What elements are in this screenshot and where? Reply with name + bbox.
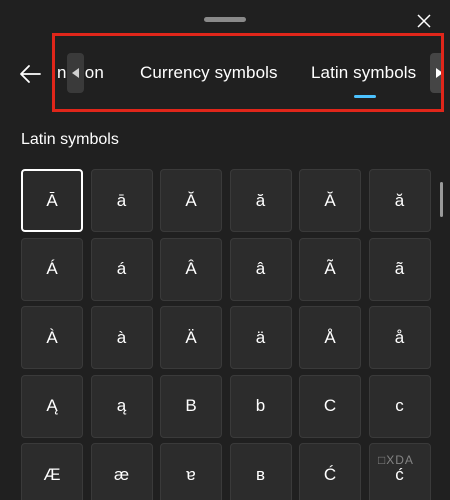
symbol-key[interactable]: â [229, 237, 292, 301]
symbol-key[interactable]: à [90, 306, 153, 369]
symbol-key[interactable]: ʙ [229, 443, 292, 500]
caret-right-icon [435, 68, 441, 78]
symbol-key[interactable]: Ӑ [299, 169, 361, 232]
back-button[interactable] [14, 58, 46, 90]
category-tab-strip: nation Currency symbols Latin symbols [55, 36, 441, 109]
tab-latin-symbols[interactable]: Latin symbols [311, 63, 416, 83]
symbol-key[interactable]: á [90, 237, 153, 301]
symbol-key[interactable]: Ą [21, 374, 83, 438]
watermark-logo: □XDA [378, 453, 414, 467]
symbol-key[interactable]: ӑ [368, 169, 431, 232]
symbol-key[interactable]: Ã [299, 237, 361, 301]
symbol-key[interactable]: B [160, 374, 222, 438]
symbol-key[interactable]: C [299, 374, 361, 438]
scroll-left-button[interactable] [67, 53, 84, 93]
symbol-key[interactable]: Â [160, 237, 222, 301]
symbol-grid: ĀāĂăӐӑ ÁáÂâÃã ÀàÄäÅå ĄąBbCc ÆæɐʙĆć [21, 169, 431, 500]
symbol-key[interactable]: b [229, 374, 292, 438]
symbol-key[interactable]: ă [229, 169, 292, 232]
symbol-key[interactable]: ā [90, 169, 153, 232]
symbol-key[interactable]: Ā [21, 169, 83, 232]
caret-left-icon [71, 68, 79, 78]
symbol-key[interactable]: Æ [21, 443, 83, 500]
section-title: Latin symbols [21, 131, 119, 148]
symbol-key[interactable]: ä [229, 306, 292, 369]
drag-handle[interactable] [204, 17, 246, 22]
symbol-key[interactable]: À [21, 306, 83, 369]
symbol-key[interactable]: Å [299, 306, 361, 369]
symbol-key[interactable]: æ [90, 443, 153, 500]
back-arrow-icon [20, 65, 41, 83]
symbol-key[interactable]: ɐ [160, 443, 222, 500]
scroll-right-button[interactable] [430, 53, 441, 93]
symbol-key[interactable]: ć [368, 443, 431, 500]
active-tab-indicator [354, 95, 376, 98]
symbol-key[interactable]: ã [368, 237, 431, 301]
symbol-key[interactable]: ą [90, 374, 153, 438]
symbol-key[interactable]: Ć [299, 443, 361, 500]
close-icon [417, 14, 431, 28]
symbol-key[interactable]: Ä [160, 306, 222, 369]
close-button[interactable] [412, 9, 436, 33]
symbol-key[interactable]: å [368, 306, 431, 369]
symbol-key[interactable]: c [368, 374, 431, 438]
tab-currency-symbols[interactable]: Currency symbols [140, 63, 278, 83]
vertical-scrollbar[interactable] [440, 182, 443, 217]
symbol-key[interactable]: Ă [160, 169, 222, 232]
symbol-key[interactable]: Á [21, 237, 83, 301]
tab-punctuation[interactable]: nation [57, 63, 113, 83]
emoji-panel: nation Currency symbols Latin symbols La… [0, 0, 450, 500]
